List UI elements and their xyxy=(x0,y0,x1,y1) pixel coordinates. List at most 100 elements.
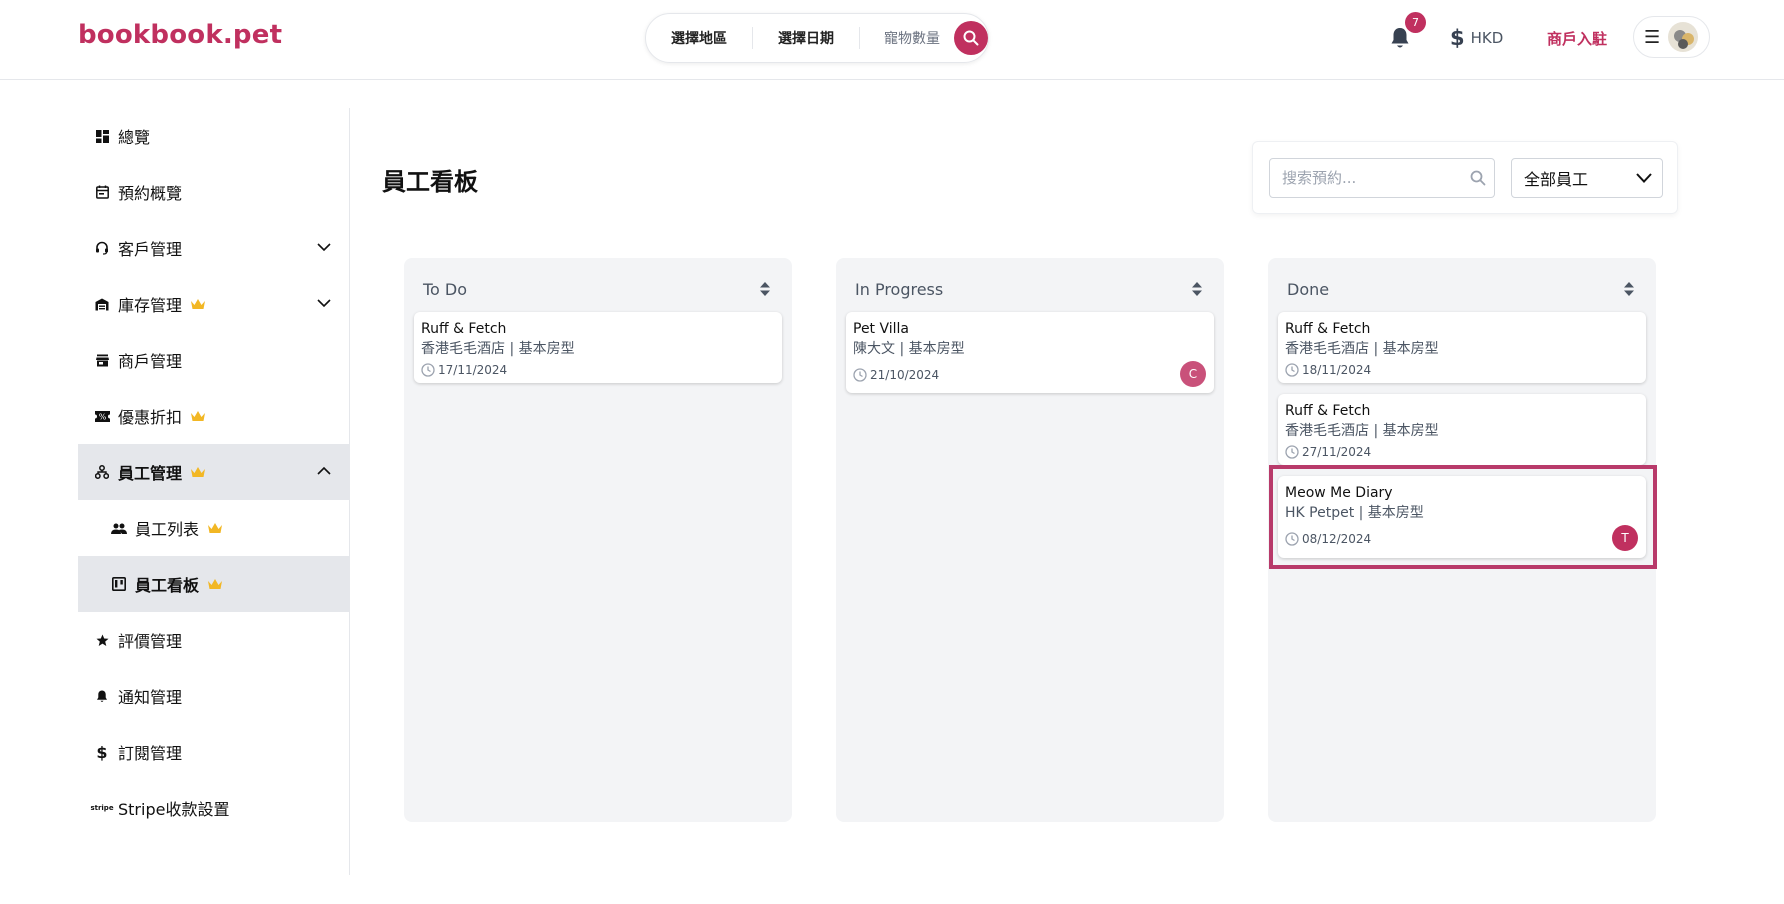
chevron-down-icon[interactable] xyxy=(317,240,331,254)
page-title: 員工看板 xyxy=(382,168,478,196)
sidebar: 總覽 預約概覽 客戶管理 庫存管理 商戶管理 % 優惠折扣 員工管理 員工列表 … xyxy=(78,108,350,875)
sidebar-item-label: 評價管理 xyxy=(118,632,183,651)
crown-icon xyxy=(208,579,223,589)
booking-card[interactable]: Meow Me Diary HK Petpet | 基本房型 08/12/202… xyxy=(1278,476,1646,558)
card-subtitle: 香港毛毛酒店 | 基本房型 xyxy=(1285,423,1439,439)
sidebar-item-notifications[interactable]: 通知管理 xyxy=(78,668,349,724)
column-title: In Progress xyxy=(855,280,944,299)
chevron-down-icon[interactable] xyxy=(317,296,331,310)
sidebar-item-merchants[interactable]: 商戶管理 xyxy=(78,332,349,388)
sidebar-item-subscriptions[interactable]: $ 訂閱管理 xyxy=(78,724,349,780)
booking-card[interactable]: Ruff & Fetch 香港毛毛酒店 | 基本房型 17/11/2024 xyxy=(414,312,782,383)
sidebar-item-booking-overview[interactable]: 預約概覽 xyxy=(78,164,349,220)
sidebar-item-inventory[interactable]: 庫存管理 xyxy=(78,276,349,332)
headset-icon xyxy=(94,240,110,256)
user-avatar xyxy=(1668,22,1699,52)
card-subtitle: 陳大文 | 基本房型 xyxy=(853,341,965,357)
chevron-down-icon xyxy=(1636,173,1652,183)
sidebar-item-label: 員工管理 xyxy=(118,464,183,483)
sidebar-item-label: Stripe收款設置 xyxy=(118,800,230,819)
kanban-column-todo: To Do Ruff & Fetch 香港毛毛酒店 | 基本房型 17/11/2… xyxy=(404,258,792,822)
notification-badge: 7 xyxy=(1405,12,1426,33)
staff-filter-select[interactable]: 全部員工 xyxy=(1511,158,1663,198)
search-icon xyxy=(1470,170,1486,186)
booking-card[interactable]: Ruff & Fetch 香港毛毛酒店 | 基本房型 18/11/2024 xyxy=(1278,312,1646,383)
clock-icon xyxy=(853,368,867,382)
sidebar-item-stripe-settings[interactable]: stripe Stripe收款設置 xyxy=(78,780,349,836)
warehouse-icon xyxy=(94,296,110,312)
region-select[interactable]: 選擇地區 xyxy=(646,28,752,48)
user-menu-button[interactable]: ☰ xyxy=(1633,16,1710,58)
clock-icon xyxy=(1285,532,1299,546)
sort-icon[interactable] xyxy=(1624,282,1634,296)
card-date-value: 08/12/2024 xyxy=(1302,532,1372,546)
hamburger-menu-icon: ☰ xyxy=(1644,26,1661,48)
booking-search-input[interactable] xyxy=(1280,168,1464,188)
sidebar-item-label: 訂閱管理 xyxy=(118,744,183,763)
sort-icon[interactable] xyxy=(1192,282,1202,296)
booking-card[interactable]: Ruff & Fetch 香港毛毛酒店 | 基本房型 27/11/2024 xyxy=(1278,394,1646,465)
crown-icon xyxy=(191,411,206,421)
crown-icon xyxy=(191,299,206,309)
sidebar-item-overview[interactable]: 總覽 xyxy=(78,108,349,164)
date-select[interactable]: 選擇日期 xyxy=(753,28,859,48)
currency-label: HKD xyxy=(1470,29,1504,47)
sidebar-item-label: 庫存管理 xyxy=(118,296,183,315)
pet-count-select[interactable]: 寵物數量 xyxy=(860,28,952,48)
card-title: Ruff & Fetch xyxy=(1285,321,1371,337)
card-title: Pet Villa xyxy=(853,321,910,337)
currency-selector[interactable]: $ HKD xyxy=(1450,26,1503,50)
clock-icon xyxy=(1285,445,1299,459)
card-subtitle: 香港毛毛酒店 | 基本房型 xyxy=(1285,341,1439,357)
card-title: Meow Me Diary xyxy=(1285,485,1393,501)
search-bar[interactable]: 選擇地區 選擇日期 寵物數量 xyxy=(645,13,989,63)
sidebar-item-label: 優惠折扣 xyxy=(118,408,183,427)
kanban-column-done: Done Ruff & Fetch 香港毛毛酒店 | 基本房型 18/11/20… xyxy=(1268,258,1656,822)
column-title: To Do xyxy=(423,280,468,299)
kanban-icon xyxy=(110,576,127,592)
card-date-value: 27/11/2024 xyxy=(1302,445,1372,459)
stripe-icon: stripe xyxy=(90,804,114,812)
merchant-signup-link[interactable]: 商戶入駐 xyxy=(1547,28,1607,49)
card-date: 08/12/2024 xyxy=(1285,532,1639,546)
card-date-value: 21/10/2024 xyxy=(870,368,940,382)
staff-filter-value: 全部員工 xyxy=(1524,170,1589,189)
clock-icon xyxy=(421,363,435,377)
booking-card[interactable]: Pet Villa 陳大文 | 基本房型 21/10/2024 C xyxy=(846,312,1214,393)
sidebar-item-reviews[interactable]: 評價管理 xyxy=(78,612,349,668)
dashboard-icon xyxy=(94,128,110,144)
sidebar-item-staff-list[interactable]: 員工列表 xyxy=(78,500,349,556)
card-date-value: 18/11/2024 xyxy=(1302,363,1372,377)
card-date: 17/11/2024 xyxy=(421,363,775,377)
search-button[interactable] xyxy=(954,21,988,55)
ticket-icon: % xyxy=(94,408,110,424)
kanban-column-in-progress: In Progress Pet Villa 陳大文 | 基本房型 21/10/2… xyxy=(836,258,1224,822)
logo[interactable]: bookbook.pet xyxy=(78,20,282,50)
sidebar-item-label: 商戶管理 xyxy=(118,352,183,371)
sidebar-item-customers[interactable]: 客戶管理 xyxy=(78,220,349,276)
sidebar-item-label: 通知管理 xyxy=(118,688,183,707)
top-header: bookbook.pet 選擇地區 選擇日期 寵物數量 7 $ HKD 商戶入駐… xyxy=(0,0,1784,80)
booking-search-field[interactable] xyxy=(1269,158,1495,198)
sidebar-item-staff-board[interactable]: 員工看板 xyxy=(78,556,349,612)
sidebar-item-label: 客戶管理 xyxy=(118,240,183,259)
card-date: 27/11/2024 xyxy=(1285,445,1639,459)
card-date-value: 17/11/2024 xyxy=(438,363,508,377)
assignee-avatar[interactable]: T xyxy=(1612,525,1638,551)
sidebar-item-discounts[interactable]: % 優惠折扣 xyxy=(78,388,349,444)
card-date: 18/11/2024 xyxy=(1285,363,1639,377)
dollar-icon: $ xyxy=(1450,26,1465,50)
sidebar-item-staff-management[interactable]: 員工管理 xyxy=(78,444,349,500)
card-title: Ruff & Fetch xyxy=(421,321,507,337)
calendar-icon xyxy=(94,184,110,200)
card-title: Ruff & Fetch xyxy=(1285,403,1371,419)
star-icon xyxy=(94,632,110,648)
search-icon xyxy=(963,30,979,46)
crown-icon xyxy=(191,467,206,477)
sidebar-item-label: 總覽 xyxy=(118,128,151,147)
dollar-icon: $ xyxy=(96,742,108,762)
crown-icon xyxy=(208,523,223,533)
chevron-up-icon[interactable] xyxy=(317,464,331,478)
assignee-avatar[interactable]: C xyxy=(1180,361,1206,387)
sort-icon[interactable] xyxy=(760,282,770,296)
